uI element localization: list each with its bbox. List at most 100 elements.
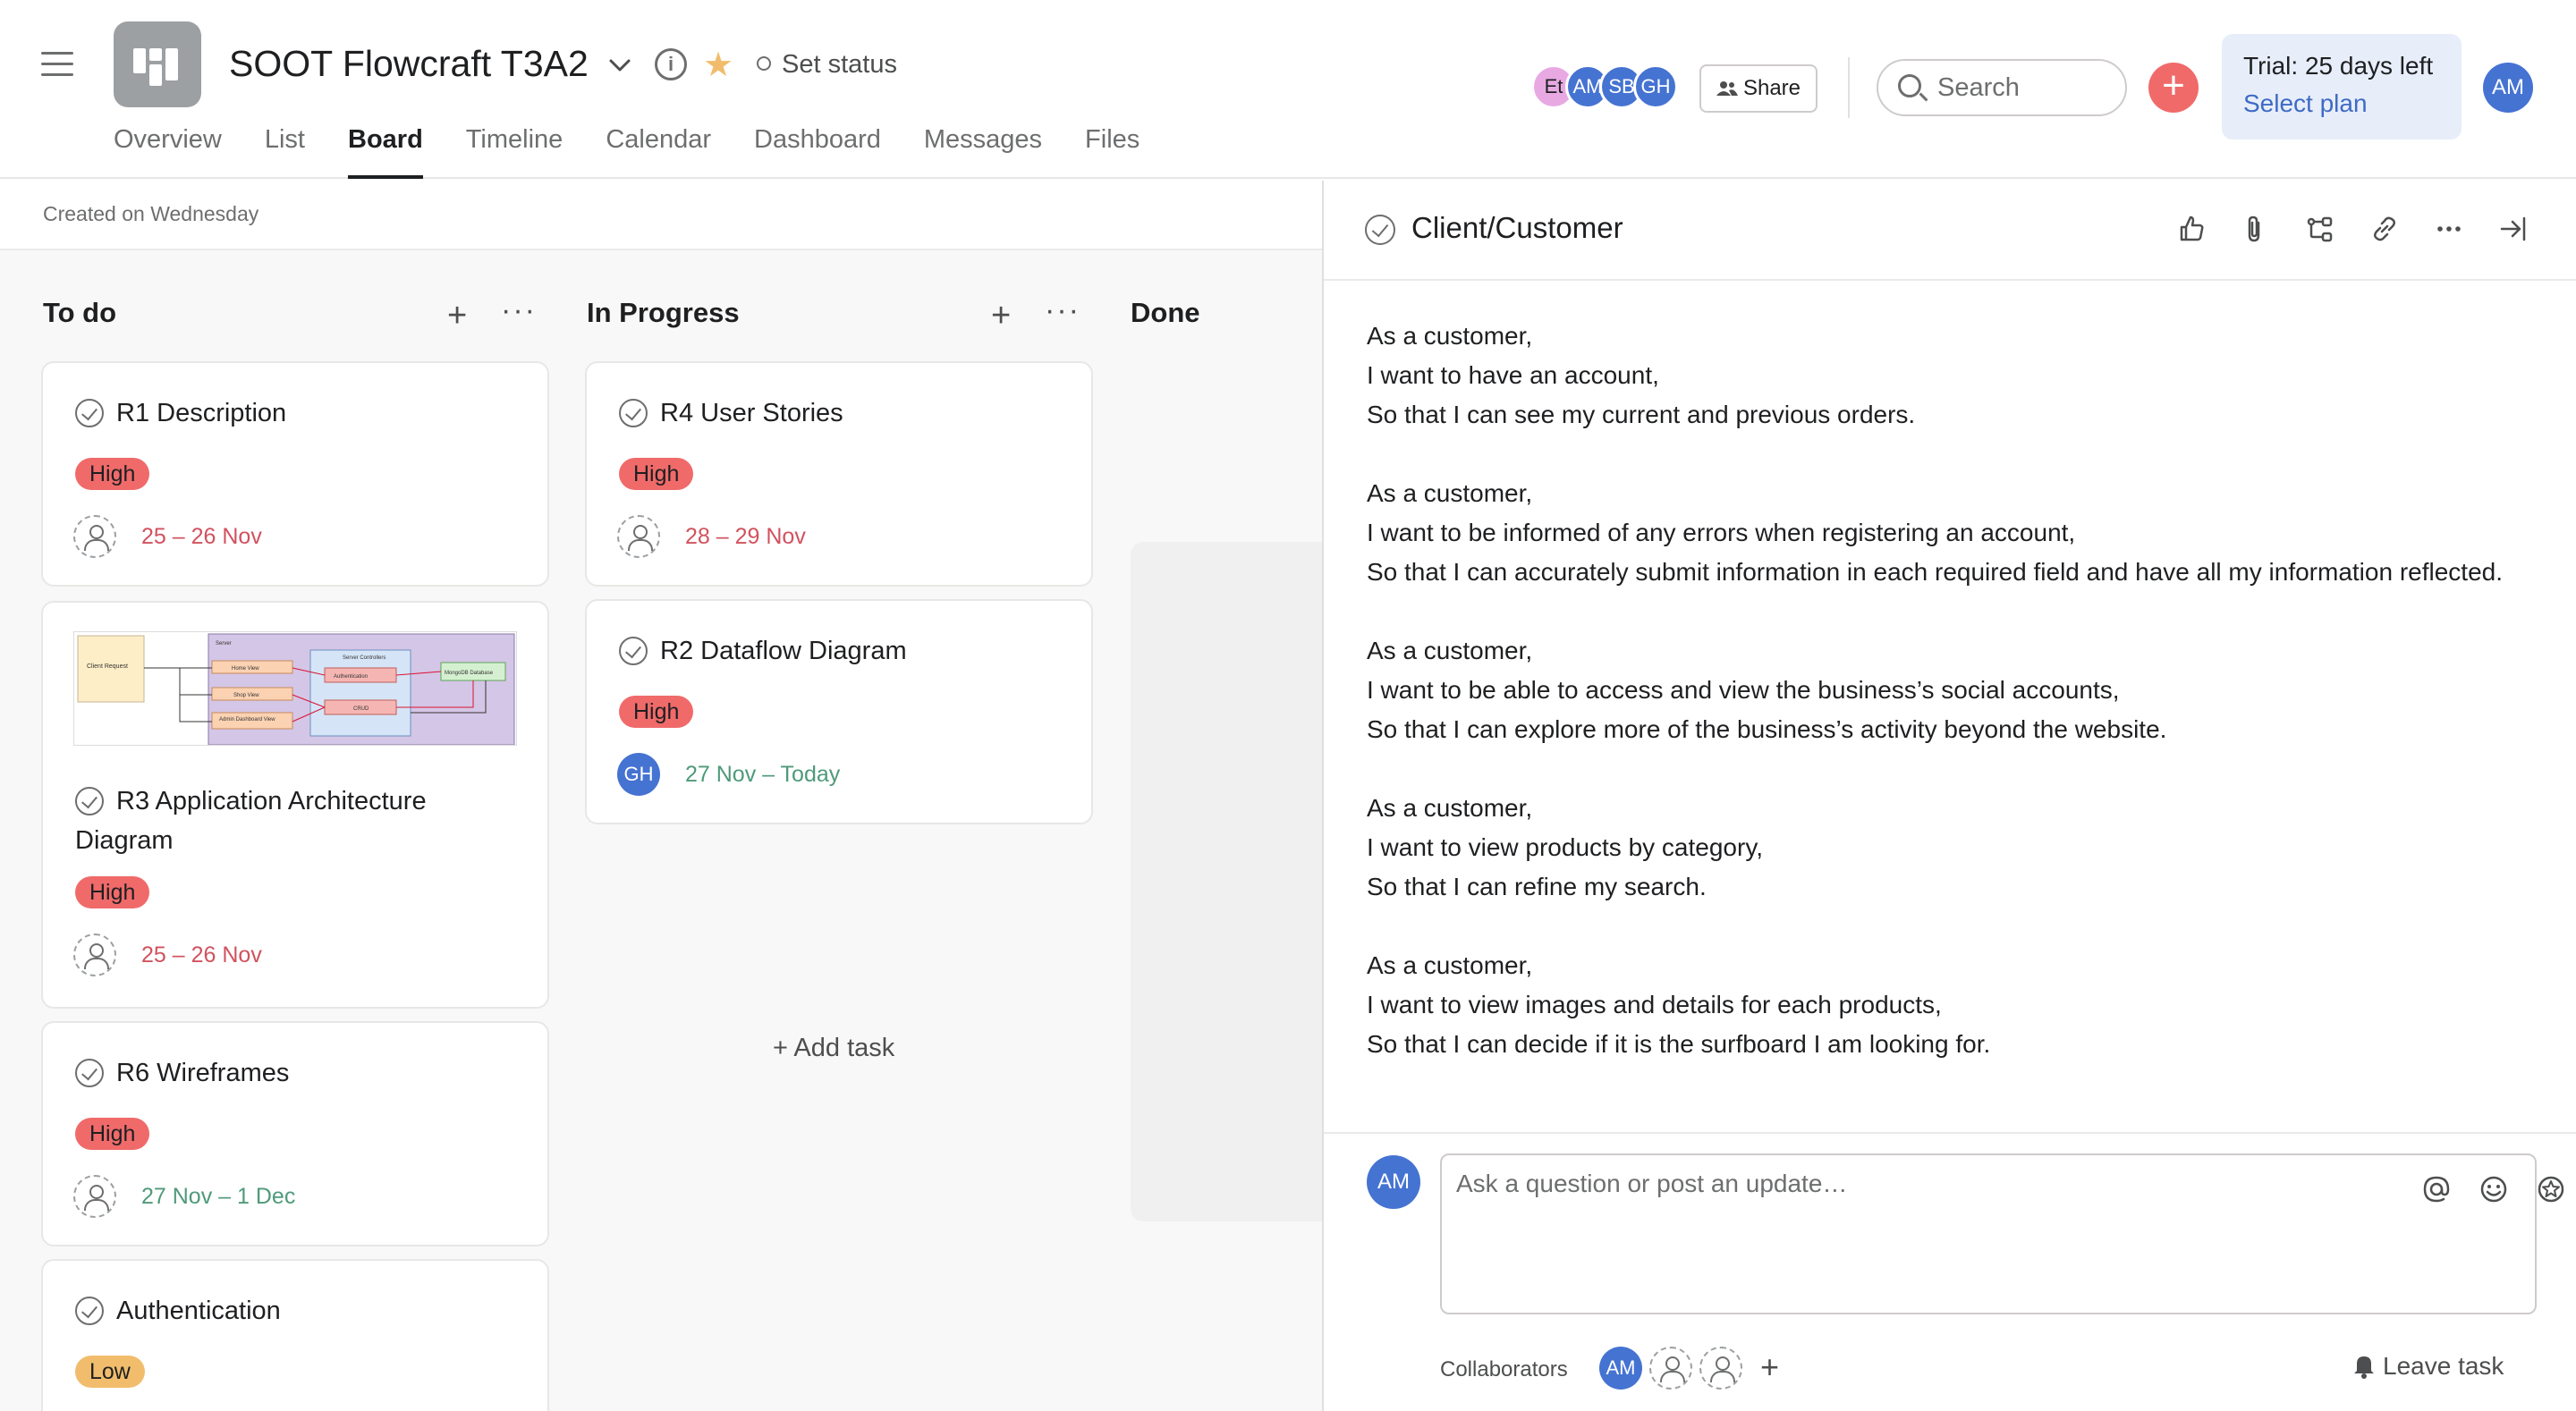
task-title[interactable]: Client/Customer (1411, 211, 1623, 245)
select-plan-link[interactable]: Select plan (2243, 89, 2440, 118)
mention-icon[interactable] (2419, 1171, 2454, 1207)
tab-overview[interactable]: Overview (114, 125, 222, 179)
project-members[interactable]: Et AM SB GH (1531, 64, 1678, 109)
task-card-authentication[interactable]: Authentication Low (41, 1259, 549, 1411)
add-card-plus-icon[interactable]: + (991, 297, 1011, 335)
search-input[interactable] (1937, 70, 2116, 106)
tab-timeline[interactable]: Timeline (466, 125, 564, 179)
task-detail-header: Client/Customer (1324, 181, 2576, 281)
story-line: As a customer, (1367, 322, 1533, 350)
priority-tag: Low (75, 1356, 145, 1388)
tab-messages[interactable]: Messages (924, 125, 1042, 179)
unassigned-avatar-icon[interactable] (73, 1175, 116, 1218)
project-board-icon[interactable] (114, 21, 201, 107)
card-title: R2 Dataflow Diagram (660, 637, 907, 665)
task-card-r3[interactable]: Client Request Server Home View Shop Vie… (41, 601, 549, 1009)
collaborator-avatar[interactable]: AM (1599, 1347, 1642, 1390)
tab-calendar[interactable]: Calendar (606, 125, 711, 179)
add-collaborator-plus-icon[interactable]: + (1760, 1348, 1779, 1386)
search-icon (1898, 74, 1921, 97)
member-avatar[interactable]: GH (1633, 64, 1678, 109)
complete-check-icon[interactable] (619, 399, 648, 427)
tab-dashboard[interactable]: Dashboard (754, 125, 881, 179)
collaborator-placeholder-icon[interactable] (1649, 1347, 1692, 1390)
emoji-icon[interactable] (2476, 1171, 2512, 1207)
task-card-r1[interactable]: R1 Description High 25 – 26 Nov (41, 361, 549, 587)
tab-files[interactable]: Files (1085, 125, 1140, 179)
search-box[interactable] (1877, 59, 2127, 116)
thumb-label-admin-view: Admin Dashboard View (219, 717, 275, 722)
comment-input[interactable] (1456, 1170, 2351, 1295)
trial-banner: Trial: 25 days left Select plan (2222, 34, 2462, 139)
share-label: Share (1742, 76, 1801, 100)
leave-task-button[interactable]: Leave task (2351, 1352, 2504, 1381)
quick-add-button[interactable]: + (2148, 63, 2199, 113)
card-title: R4 User Stories (660, 399, 843, 427)
due-date[interactable]: 25 – 26 Nov (141, 942, 262, 968)
task-card-r4[interactable]: R4 User Stories High 28 – 29 Nov (585, 361, 1093, 587)
due-date[interactable]: 25 – 26 Nov (141, 524, 262, 550)
tab-board[interactable]: Board (348, 125, 423, 179)
unassigned-avatar-icon[interactable] (73, 515, 116, 558)
card-title: R6 Wireframes (116, 1059, 290, 1087)
app-window: SOOT Flowcraft T3A2 i ★ Set status Overv… (0, 0, 2576, 1411)
chevron-down-icon[interactable] (605, 52, 635, 79)
appreciation-star-icon[interactable] (2533, 1171, 2569, 1207)
task-detail-pane: Client/Customer As a customer, I want to… (1322, 181, 2576, 1411)
subtask-icon[interactable] (2299, 207, 2342, 250)
complete-check-icon[interactable] (75, 1059, 104, 1087)
thumb-label-home-view: Home View (232, 666, 259, 672)
close-pane-icon[interactable] (2492, 207, 2535, 250)
story-line: So that I can accurately submit informat… (1367, 558, 2503, 586)
project-title[interactable]: SOOT Flowcraft T3A2 (229, 43, 589, 85)
complete-check-icon[interactable] (75, 399, 104, 427)
hamburger-menu-icon[interactable] (41, 52, 73, 77)
set-status-label: Set status (782, 50, 897, 79)
assignee-avatar[interactable]: GH (617, 753, 660, 796)
done-column-body[interactable] (1131, 542, 1322, 1221)
info-icon[interactable]: i (655, 48, 687, 80)
tab-list[interactable]: List (265, 125, 305, 179)
attachment-icon[interactable] (2234, 207, 2277, 250)
due-date[interactable]: 27 Nov – Today (685, 762, 840, 788)
story-line: I want to be able to access and view the… (1367, 676, 2120, 704)
complete-check-icon[interactable] (75, 1297, 104, 1325)
due-date[interactable]: 27 Nov – 1 Dec (141, 1184, 295, 1210)
more-options-icon[interactable] (2428, 207, 2470, 250)
set-status-button[interactable]: Set status (757, 50, 897, 80)
more-options-icon[interactable]: ··· (1045, 293, 1080, 328)
mark-complete-icon[interactable] (1365, 215, 1395, 245)
created-bar: Created on Wednesday (0, 181, 1322, 250)
story-line: As a customer, (1367, 637, 1533, 664)
unassigned-avatar-icon[interactable] (617, 515, 660, 558)
divider (1848, 57, 1850, 118)
complete-check-icon[interactable] (619, 637, 648, 665)
task-description[interactable]: As a customer, I want to have an account… (1367, 317, 2529, 1103)
priority-tag: High (75, 1118, 150, 1150)
star-icon[interactable]: ★ (703, 45, 733, 85)
priority-tag: High (619, 458, 694, 490)
leave-task-label: Leave task (2383, 1352, 2504, 1380)
story-line: So that I can refine my search. (1367, 873, 1707, 900)
unassigned-avatar-icon[interactable] (73, 934, 116, 976)
more-options-icon[interactable]: ··· (501, 293, 537, 328)
thumb-label-server: Server (216, 641, 232, 646)
card-title: Authentication (116, 1297, 281, 1325)
story-line: As a customer, (1367, 951, 1533, 979)
thumb-label-mongodb: MongoDB Database (445, 671, 494, 676)
comment-composer[interactable] (1440, 1153, 2564, 1314)
add-card-plus-icon[interactable]: + (447, 297, 467, 335)
share-button[interactable]: Share (1699, 64, 1818, 113)
due-date[interactable]: 28 – 29 Nov (685, 524, 806, 550)
user-avatar[interactable]: AM (2483, 63, 2533, 113)
task-card-r2[interactable]: R2 Dataflow Diagram High GH 27 Nov – Tod… (585, 599, 1093, 824)
like-icon[interactable] (2170, 207, 2213, 250)
people-icon (1716, 81, 1738, 96)
story-line: I want to view images and details for ea… (1367, 991, 1942, 1018)
collaborator-placeholder-icon[interactable] (1699, 1347, 1742, 1390)
link-icon[interactable] (2363, 207, 2406, 250)
add-task-button[interactable]: + Add task (773, 1034, 894, 1063)
task-card-r6[interactable]: R6 Wireframes High 27 Nov – 1 Dec (41, 1021, 549, 1246)
card-title: R3 Application Architecture Diagram (75, 787, 427, 855)
column-title: Done (1131, 297, 1200, 328)
